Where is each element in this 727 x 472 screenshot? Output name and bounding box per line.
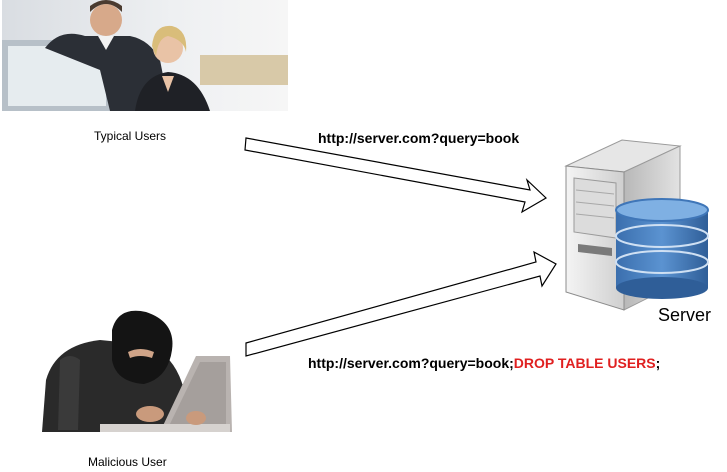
sql-injection-text: DROP TABLE USERS [513,355,656,371]
normal-request-url: http://server.com?query=book [318,130,520,146]
malicious-url-prefix: http://server.com?query=book; [308,355,514,371]
malicious-request-url: http://server.com?query=book;DROP TABLE … [308,355,660,371]
server-label: Server [658,305,712,325]
malicious-url-suffix: ; [655,355,661,371]
malicious-user-label: Malicious User [88,455,167,469]
request-arrows [244,137,557,357]
typical-users-label: Typical Users [94,129,167,143]
malicious-request-arrow [245,250,557,357]
normal-request-arrow [244,137,547,214]
